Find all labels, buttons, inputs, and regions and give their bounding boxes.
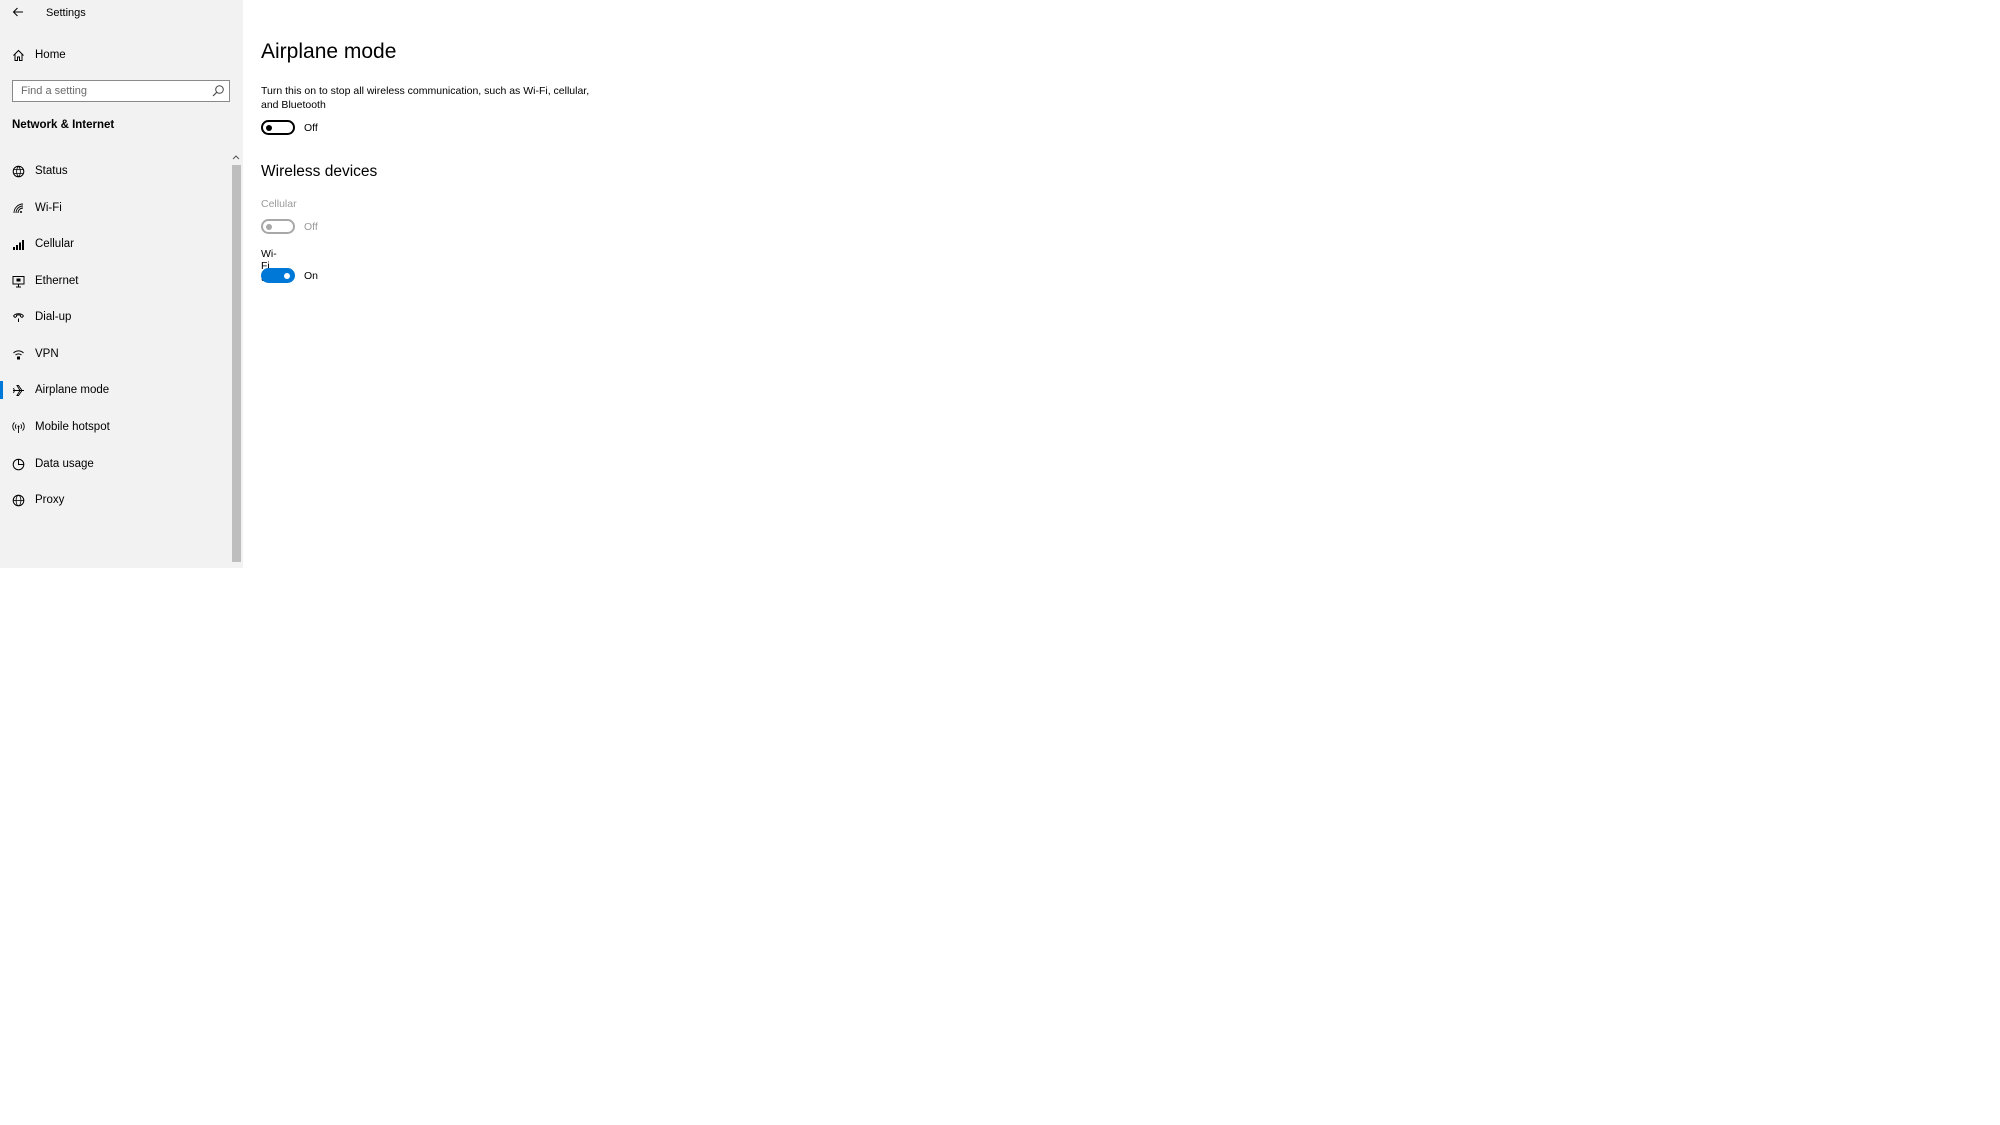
search-input[interactable] [13,81,211,101]
wifi-icon [11,201,25,215]
sidebar-scrollbar[interactable] [231,152,241,562]
sidebar-item-data-usage[interactable]: Data usage [0,449,232,479]
sidebar-item-label: Home [35,49,66,61]
vpn-icon [11,347,25,361]
toggle-knob [266,223,272,230]
airplane-icon [11,383,25,397]
hotspot-icon [11,420,25,434]
pie-chart-icon [11,457,25,471]
back-button[interactable] [6,2,30,22]
sidebar-item-label: Ethernet [35,275,79,287]
sidebar-item-label: Status [35,165,68,177]
airplane-mode-toggle[interactable] [261,120,295,135]
globe-icon [11,493,25,507]
sidebar-item-label: Data usage [35,458,94,470]
wifi-toggle[interactable] [261,268,295,283]
phone-icon [11,310,25,324]
section-header: Network & Internet [12,119,115,131]
toggle-knob [284,272,290,279]
wireless-devices-header: Wireless devices [261,163,378,180]
home-icon [11,48,25,62]
toggle-knob [266,124,272,131]
sidebar-item-label: Dial-up [35,311,72,323]
sidebar-item-ethernet[interactable]: Ethernet [0,266,232,296]
cellular-toggle[interactable] [261,219,295,234]
search-box[interactable] [12,80,230,102]
sidebar-item-proxy[interactable]: Proxy [0,485,232,515]
title-bar: Settings [0,0,243,26]
sidebar-item-cellular[interactable]: Cellular [0,229,232,259]
sidebar-item-home[interactable]: Home [0,40,232,70]
sidebar-item-mobile-hotspot[interactable]: Mobile hotspot [0,412,232,442]
search-icon[interactable] [211,84,225,98]
wifi-state: On [304,270,319,282]
sidebar-item-status[interactable]: Status [0,156,232,186]
sidebar-item-airplane-mode[interactable]: Airplane mode [0,375,232,405]
sidebar-item-wifi[interactable]: Wi-Fi [0,193,232,223]
sidebar-item-label: Proxy [35,494,65,506]
signal-bars-icon [11,237,25,251]
cellular-state: Off [304,221,318,233]
back-arrow-icon [12,7,23,17]
sidebar-item-label: Wi-Fi [35,202,62,214]
sidebar-item-label: Cellular [35,238,74,250]
airplane-mode-state: Off [304,122,318,134]
scroll-up-arrow-icon[interactable] [231,152,241,162]
sidebar-item-dial-up[interactable]: Dial-up [0,302,232,332]
scroll-thumb[interactable] [232,165,241,562]
ethernet-monitor-icon [11,274,25,288]
sidebar-item-vpn[interactable]: VPN [0,339,232,369]
globe-status-icon [11,164,25,178]
sidebar-item-label: Airplane mode [35,384,110,396]
app-title: Settings [46,7,86,19]
sidebar-item-label: VPN [35,348,59,360]
sidebar-item-label: Mobile hotspot [35,421,110,433]
airplane-mode-description: Turn this on to stop all wireless commun… [261,85,590,111]
page-title: Airplane mode [261,40,397,63]
cellular-label: Cellular [261,198,297,210]
sidebar: Settings Home Network & Internet Status … [0,0,243,568]
